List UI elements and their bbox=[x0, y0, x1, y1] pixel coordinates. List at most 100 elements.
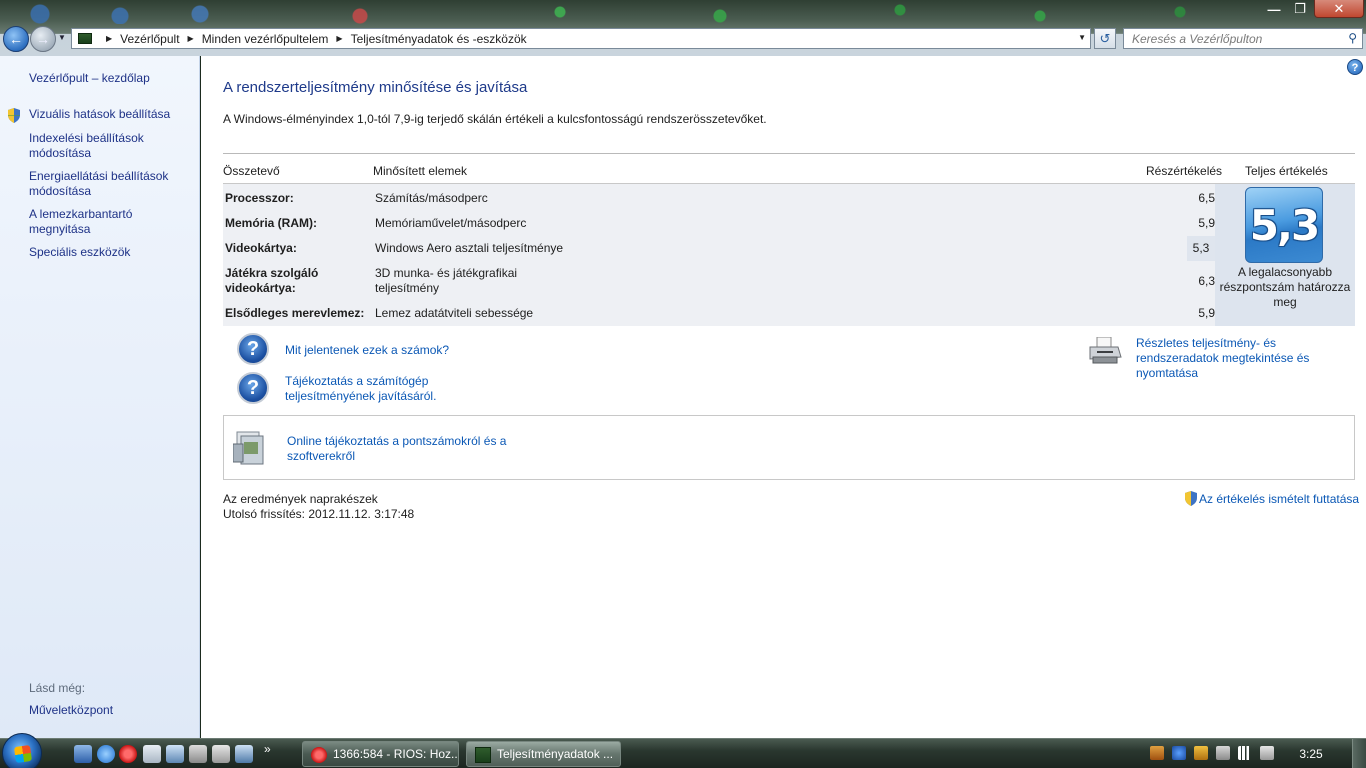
window-titlebar: — ❐ ✕ ← → ▼ ▶ Vezérlőpult ▶ Minden vezér… bbox=[0, 0, 1366, 56]
taskbar-task-performance[interactable]: Teljesítményadatok ... bbox=[466, 741, 621, 767]
control-panel-icon bbox=[475, 747, 491, 763]
printer-icon bbox=[1089, 337, 1122, 364]
subscore-value-lowest: 5,3 bbox=[1187, 236, 1215, 261]
link-improve-performance[interactable]: Tájékoztatás a számítógép teljesítményén… bbox=[285, 374, 465, 404]
clock[interactable]: 3:25 bbox=[1289, 747, 1333, 761]
help-question-icon: ? bbox=[237, 372, 269, 404]
base-score-value: 5,3 bbox=[1249, 200, 1320, 250]
status-up-to-date: Az eredmények naprakészek bbox=[223, 492, 378, 506]
breadcrumb-item[interactable]: Teljesítményadatok és -eszközök bbox=[351, 32, 527, 46]
software-box-icon bbox=[233, 431, 264, 465]
address-dropdown-icon[interactable]: ▼ bbox=[1078, 33, 1086, 42]
maximize-button[interactable]: ❐ bbox=[1288, 0, 1312, 18]
search-icon[interactable]: ⚲ bbox=[1348, 31, 1357, 45]
sidebar-home-link[interactable]: Vezérlőpult – kezdőlap bbox=[29, 71, 150, 86]
column-header-basescore: Teljes értékelés bbox=[1245, 164, 1328, 178]
component-name: Elsődleges merevlemez: bbox=[225, 306, 365, 320]
main-content: ? A rendszerteljesítmény minősítése és j… bbox=[201, 56, 1366, 738]
calculator-icon[interactable] bbox=[143, 745, 161, 763]
opera-icon[interactable] bbox=[119, 745, 137, 763]
forward-button[interactable]: → bbox=[30, 26, 56, 52]
arrow-right-icon: → bbox=[36, 31, 50, 47]
taskbar: » 1366:584 - RIOS: Hoz... Teljesítményad… bbox=[0, 733, 1366, 768]
sidebar-item-power[interactable]: Energiaellátási beállítások módosítása bbox=[29, 169, 169, 199]
link-what-do-numbers-mean[interactable]: Mit jelentenek ezek a számok? bbox=[285, 343, 449, 358]
sidebar-item-advanced-tools[interactable]: Speciális eszközök bbox=[29, 245, 194, 260]
volume-icon[interactable] bbox=[1260, 746, 1274, 760]
uac-shield-icon bbox=[8, 108, 20, 123]
help-question-icon: ? bbox=[237, 333, 269, 365]
component-name: Processzor: bbox=[225, 191, 294, 205]
monitor-icon[interactable] bbox=[235, 745, 253, 763]
subscore-value: 6,5 bbox=[1198, 191, 1215, 205]
base-score-panel: 5,3 A legalacsonyabb részpontszám határo… bbox=[1215, 184, 1355, 326]
breadcrumb-chevron-icon[interactable]: ▶ bbox=[336, 34, 342, 43]
desktop-background-strip bbox=[0, 0, 1366, 24]
printer-icon[interactable] bbox=[189, 745, 207, 763]
column-header-subscore: Részértékelés bbox=[1146, 164, 1223, 178]
device-icon[interactable] bbox=[212, 745, 230, 763]
tools-icon[interactable] bbox=[1150, 746, 1164, 760]
table-row: Videokártya: Windows Aero asztali teljes… bbox=[223, 236, 1215, 261]
more-icons-chevron-icon[interactable]: » bbox=[264, 742, 271, 756]
table-row: Memória (RAM): Memóriaművelet/másodperc … bbox=[223, 216, 1215, 231]
table-header: Összetevő Minősített elemek Részértékelé… bbox=[223, 153, 1355, 184]
refresh-icon: ↺ bbox=[1099, 30, 1111, 46]
status-last-update: Utolsó frissítés: 2012.11.12. 3:17:48 bbox=[223, 507, 415, 521]
close-button[interactable]: ✕ bbox=[1314, 0, 1364, 18]
subscore-value: 5,9 bbox=[1198, 306, 1215, 320]
breadcrumb-chevron-icon[interactable]: ▶ bbox=[106, 34, 112, 43]
page-subtitle: A Windows-élményindex 1,0-tól 7,9-ig ter… bbox=[223, 112, 767, 126]
subscore-value: 5,9 bbox=[1198, 216, 1215, 230]
table-row: Játékra szolgáló videokártya: 3D munka- … bbox=[223, 266, 1215, 296]
online-info-box: Online tájékoztatás a pontszámokról és a… bbox=[223, 415, 1355, 480]
system-tray bbox=[1150, 746, 1274, 762]
sidebar-item-action-center[interactable]: Műveletközpont bbox=[29, 703, 113, 718]
help-icon[interactable]: ? bbox=[1347, 59, 1363, 75]
rated-item: Lemez adatátviteli sebessége bbox=[375, 306, 534, 320]
taskbar-task-opera[interactable]: 1366:584 - RIOS: Hoz... bbox=[302, 741, 459, 767]
sidebar-item-visual-effects[interactable]: Vizuális hatások beállítása bbox=[29, 107, 194, 122]
rated-item: Számítás/másodperc bbox=[375, 191, 488, 205]
link-online-scores-software[interactable]: Online tájékoztatás a pontszámokról és a… bbox=[287, 434, 527, 464]
show-desktop-icon[interactable] bbox=[74, 745, 92, 763]
component-name: Memória (RAM): bbox=[225, 216, 317, 230]
show-desktop-button[interactable] bbox=[1352, 739, 1366, 768]
breadcrumb-chevron-icon[interactable]: ▶ bbox=[188, 34, 194, 43]
arrow-left-icon: ← bbox=[9, 31, 23, 47]
rated-item: 3D munka- és játékgrafikai teljesítmény bbox=[375, 266, 518, 295]
refresh-button[interactable]: ↺ bbox=[1094, 28, 1116, 49]
breadcrumb-item[interactable]: Vezérlőpult bbox=[120, 32, 179, 46]
internet-explorer-icon[interactable] bbox=[97, 745, 115, 763]
sidebar: Vezérlőpult – kezdőlap Vizuális hatások … bbox=[0, 56, 200, 738]
network-icon[interactable] bbox=[166, 745, 184, 763]
column-header-rated-items: Minősített elemek bbox=[373, 164, 468, 178]
component-name: Videokártya: bbox=[225, 241, 297, 255]
address-bar[interactable]: ▶ Vezérlőpult ▶ Minden vezérlőpultelem ▶… bbox=[71, 28, 1091, 49]
table-body: Processzor: Számítás/másodperc 6,5 Memór… bbox=[223, 184, 1215, 326]
back-button[interactable]: ← bbox=[3, 26, 29, 52]
base-score-badge: 5,3 bbox=[1245, 187, 1323, 263]
base-score-caption: A legalacsonyabb részpontszám határozza … bbox=[1219, 265, 1351, 309]
bluetooth-icon[interactable] bbox=[1172, 746, 1186, 760]
rated-item: Windows Aero asztali teljesítménye bbox=[375, 241, 564, 255]
signal-icon[interactable] bbox=[1238, 746, 1252, 760]
start-button[interactable] bbox=[2, 733, 42, 768]
recent-pages-dropdown[interactable]: ▼ bbox=[58, 33, 66, 42]
flag-icon[interactable] bbox=[1194, 746, 1208, 760]
search-input[interactable] bbox=[1124, 29, 1334, 48]
search-box[interactable]: ⚲ bbox=[1123, 28, 1363, 49]
column-header-component: Összetevő bbox=[223, 164, 280, 178]
battery-icon[interactable] bbox=[1216, 746, 1230, 760]
table-row: Processzor: Számítás/másodperc 6,5 bbox=[223, 191, 1215, 206]
sidebar-item-indexing[interactable]: Indexelési beállítások módosítása bbox=[29, 131, 149, 161]
opera-icon bbox=[311, 747, 327, 763]
sidebar-item-disk-cleanup[interactable]: A lemezkarbantartó megnyitása bbox=[29, 207, 144, 237]
minimize-button[interactable]: — bbox=[1262, 0, 1286, 18]
link-detailed-info-print[interactable]: Részletes teljesítmény- és rendszeradato… bbox=[1136, 336, 1361, 381]
breadcrumb-item[interactable]: Minden vezérlőpultelem bbox=[202, 32, 329, 46]
link-rerun-assessment[interactable]: Az értékelés ismételt futtatása bbox=[1199, 492, 1359, 507]
task-label: Teljesítményadatok ... bbox=[497, 747, 614, 761]
windows-logo-icon bbox=[13, 744, 33, 764]
see-also-label: Lásd még: bbox=[29, 681, 86, 695]
